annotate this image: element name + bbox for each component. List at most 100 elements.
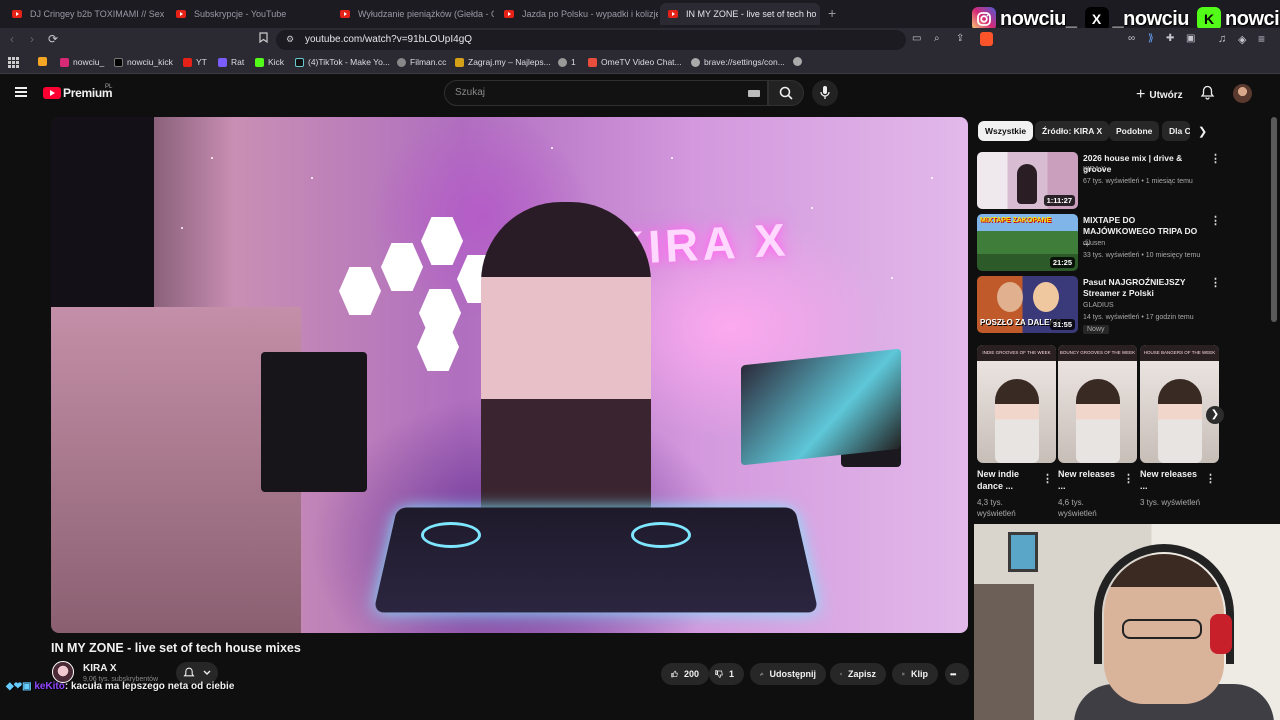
chat-text: : kacuła ma lepszego neta od ciebie	[64, 681, 235, 692]
duration-badge: 1:11:27	[1043, 195, 1075, 206]
bookmark-item[interactable]: Rat	[218, 57, 244, 67]
filman-icon	[397, 57, 406, 67]
bookmark-page-icon[interactable]	[259, 32, 268, 46]
back-icon[interactable]: ‹	[10, 32, 14, 46]
instagram-icon	[60, 57, 69, 67]
save-button[interactable]: Zapisz	[830, 663, 886, 685]
recommendation-item[interactable]: POSZŁO ZA DALEKO 31:55 Pasut NAJGROŹNIEJ…	[977, 276, 1222, 336]
more-vert-icon[interactable]: ⋮	[1123, 472, 1134, 485]
recommendation-item[interactable]: 1:11:27 2026 house mix | drive & groove …	[977, 152, 1222, 210]
apps-grid-icon[interactable]	[8, 57, 19, 68]
share-button[interactable]: Udostępnij	[750, 663, 826, 685]
chevron-right-icon[interactable]: ❯	[1206, 406, 1224, 424]
scissors-icon	[902, 672, 905, 676]
more-vert-icon[interactable]: ⋮	[1205, 472, 1216, 485]
forward-icon[interactable]: ›	[30, 32, 34, 46]
chevron-right-icon[interactable]: ❯	[1198, 125, 1207, 138]
close-tab-icon[interactable]: ×	[816, 9, 820, 20]
chip-similar[interactable]: Podobne	[1109, 121, 1160, 141]
dislike-button[interactable]: 1	[709, 663, 744, 685]
user-avatar[interactable]	[1233, 84, 1252, 103]
browser-tab[interactable]: Jazda po Polsku - wypadki i kolizje d	[496, 3, 658, 25]
short-views: 3 tys. wyświetleń	[1140, 498, 1201, 507]
bookmark-item[interactable]: (4)TikTok - Make Yo...	[295, 57, 390, 67]
sidebar-icon[interactable]: ▣	[1186, 33, 1195, 44]
chip-all[interactable]: Wszystkie	[978, 121, 1034, 141]
bookmark-item[interactable]: 1	[558, 57, 576, 67]
more-vert-icon[interactable]: ⋮	[1210, 214, 1221, 227]
recommendation-item[interactable]: MIXTAPE ZAKOPANE 21:25 MIXTAPE DO MAJÓWK…	[977, 214, 1222, 272]
short-views: 4,6 tys. wyświetleń	[1058, 498, 1097, 518]
short-thumbnail[interactable]: HOUSE BANGERS OF THE WEEK	[1140, 345, 1219, 463]
video-thumbnail[interactable]: MIXTAPE ZAKOPANE 21:25	[977, 214, 1078, 271]
video-thumbnail[interactable]: 1:11:27	[977, 152, 1078, 209]
channel-avatar[interactable]	[52, 661, 74, 683]
short-banner: HOUSE BANGERS OF THE WEEK	[1140, 345, 1219, 361]
bookmark-item[interactable]: YT	[183, 57, 207, 67]
rec-channel[interactable]: djlusen	[1083, 240, 1105, 247]
bookmark-item[interactable]	[793, 57, 806, 66]
notifications-bell-icon[interactable]	[1200, 85, 1215, 100]
scrollbar[interactable]	[1271, 117, 1277, 322]
media-icon[interactable]: ♫	[1218, 33, 1226, 45]
chip-source[interactable]: Źródło: KIRA X	[1035, 121, 1110, 141]
x-logo-icon	[114, 57, 123, 67]
reload-icon[interactable]: ⟳	[48, 32, 58, 46]
youtube-favicon-icon	[340, 10, 350, 18]
short-title[interactable]: New releases ...	[1058, 468, 1124, 492]
stream-chat-message: ◆❤▣ keKito: kacuła ma lepszego neta od c…	[6, 681, 234, 692]
menu-icon[interactable]: ≡	[1258, 32, 1265, 46]
browser-tab[interactable]: Wyłudzanie pieniążków (Giełda - Od	[332, 3, 494, 25]
search-input[interactable]	[444, 80, 768, 106]
browser-tab[interactable]: DJ Cringey b2b TOXIMAMI // Sexpre	[4, 3, 164, 25]
video-title: IN MY ZONE - live set of tech house mixe…	[51, 641, 301, 655]
like-button[interactable]: 200	[661, 663, 709, 685]
url-text[interactable]: youtube.com/watch?v=91bLOUpI4gQ	[305, 34, 472, 45]
new-tab-button[interactable]: +	[828, 5, 836, 21]
channel-name[interactable]: KIRA X	[83, 663, 117, 674]
shield-icon[interactable]: ◈	[1238, 33, 1246, 46]
extensions-icon[interactable]: ✚	[1166, 33, 1174, 44]
more-vert-icon[interactable]: ⋮	[1210, 276, 1221, 289]
video-thumbnail[interactable]: POSZŁO ZA DALEKO 31:55	[977, 276, 1078, 333]
short-title[interactable]: New releases ...	[1140, 468, 1206, 492]
bookmark-item[interactable]: brave://settings/con...	[691, 57, 785, 67]
chip-for-you[interactable]: Dla C	[1162, 121, 1190, 141]
rec-channel[interactable]: GLADIUS	[1083, 302, 1114, 309]
clip-button[interactable]: Klip	[892, 663, 938, 685]
keyboard-icon[interactable]	[748, 90, 760, 97]
streamer-webcam	[974, 524, 1280, 720]
short-thumbnail[interactable]: INDIE GROOVES OF THE WEEK	[977, 345, 1056, 463]
rat-icon	[218, 57, 227, 67]
bookmark-folder-icon[interactable]	[38, 57, 51, 66]
vpn-icon[interactable]: ∞	[1128, 33, 1135, 44]
rec-title[interactable]: Pasut NAJGROŹNIEJSZY Streamer z Polski	[1083, 277, 1205, 299]
youtube-logo-icon[interactable]	[43, 87, 61, 99]
share-icon[interactable]: ⇪	[956, 33, 964, 44]
search-placeholder: Szukaj	[455, 87, 486, 98]
more-vert-icon[interactable]: ⋮	[1042, 472, 1053, 485]
video-player[interactable]: KIRA X	[51, 117, 968, 633]
bookmark-item[interactable]: OmeTV Video Chat...	[588, 57, 682, 67]
cast-icon[interactable]: ▭	[912, 33, 921, 44]
bookmark-item[interactable]: Zagraj.my – Najleps...	[455, 57, 551, 67]
site-info-icon[interactable]: ⚙	[286, 34, 294, 45]
bookmark-item[interactable]: Kick	[255, 57, 284, 67]
hamburger-menu-icon[interactable]	[15, 87, 27, 97]
short-title[interactable]: New indie dance ...	[977, 468, 1043, 492]
wallet-icon[interactable]: ⟫	[1148, 33, 1154, 44]
bookmark-item[interactable]: nowciu_	[60, 57, 104, 67]
voice-search-button[interactable]	[812, 80, 838, 106]
bookmark-item[interactable]: Filman.cc	[397, 57, 446, 67]
search-button[interactable]	[768, 80, 804, 106]
create-button[interactable]: + Utwórz	[1136, 86, 1183, 104]
browser-tab[interactable]: Subskrypcje - YouTube	[168, 3, 330, 25]
bookmark-item[interactable]: nowciu_kick	[114, 57, 173, 67]
more-actions-button[interactable]: •••	[945, 663, 969, 685]
browser-tab-active[interactable]: IN MY ZONE - live set of tech ho×	[660, 3, 820, 25]
brave-shield-icon[interactable]	[980, 32, 993, 46]
more-vert-icon[interactable]: ⋮	[1210, 152, 1221, 165]
zoom-icon[interactable]: ⌕	[934, 33, 940, 44]
short-thumbnail[interactable]: BOUNCY GROOVES OF THE WEEK	[1058, 345, 1137, 463]
rec-channel[interactable]: KIRA X	[1083, 166, 1106, 173]
